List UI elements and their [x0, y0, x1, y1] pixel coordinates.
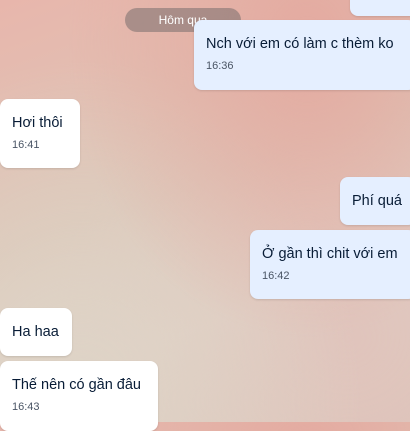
- message-time: 16:42: [262, 270, 290, 282]
- message-text: Thế nên có gần đâu: [12, 377, 141, 393]
- message-time: 16:43: [12, 401, 40, 413]
- message-bubble-sent[interactable]: [350, 0, 410, 16]
- message-time: 16:36: [206, 60, 234, 72]
- message-text: Hơi thôi: [12, 115, 63, 131]
- message-text: Nch với em có làm c thèm ko: [206, 36, 394, 52]
- message-text: Phí quá: [352, 193, 402, 209]
- message-bubble-received[interactable]: Hơi thôi 16:41: [0, 99, 80, 168]
- message-text: Ha haa: [12, 324, 59, 340]
- message-bubble-sent[interactable]: Phí quá: [340, 177, 410, 225]
- chat-message-list[interactable]: Hôm qua Nch với em có làm c thèm ko 16:3…: [0, 0, 410, 431]
- message-bubble-received[interactable]: Thế nên có gần đâu 16:43: [0, 361, 158, 431]
- message-bubble-received[interactable]: Ha haa: [0, 308, 72, 356]
- message-text: Ở gần thì chit với em: [262, 246, 398, 262]
- message-bubble-sent[interactable]: Nch với em có làm c thèm ko 16:36: [194, 20, 410, 90]
- message-bubble-sent[interactable]: Ở gần thì chit với em 16:42: [250, 230, 410, 299]
- message-time: 16:41: [12, 139, 40, 151]
